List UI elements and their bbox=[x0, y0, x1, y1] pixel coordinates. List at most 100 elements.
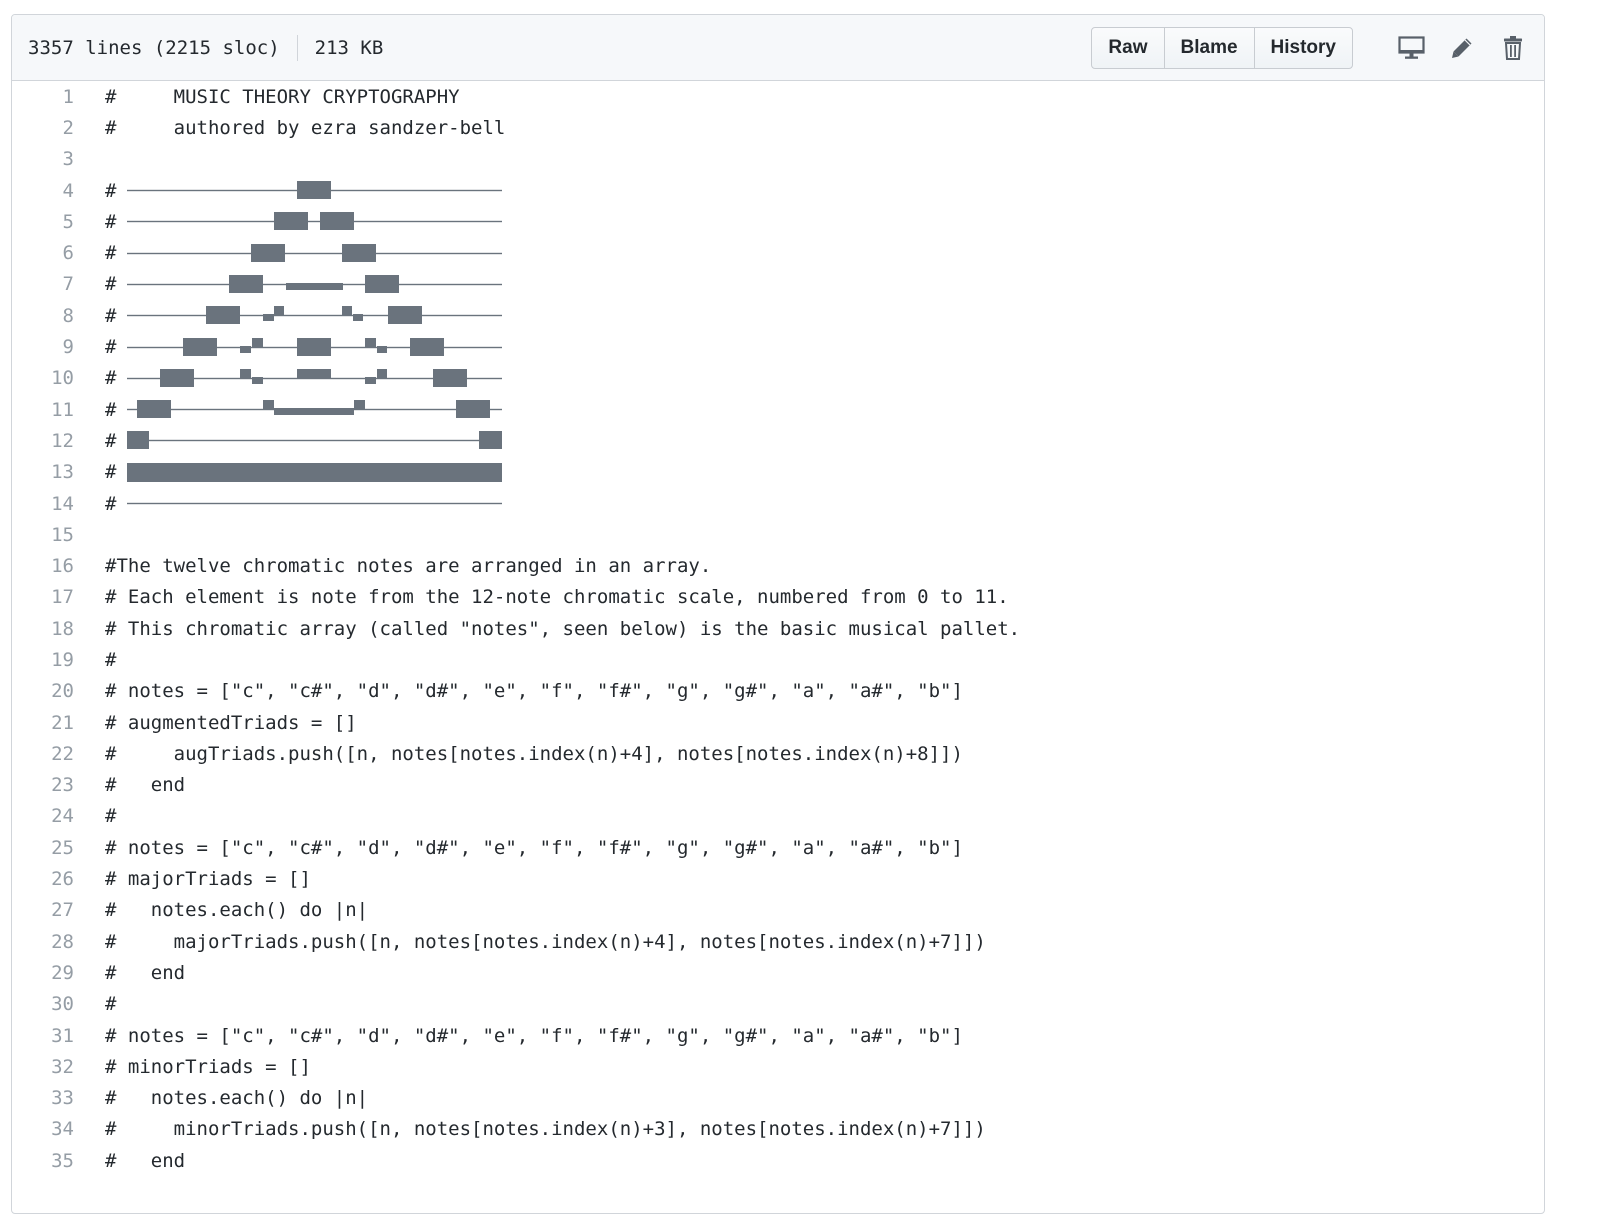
line-content: # This chromatic array (called "notes", … bbox=[74, 618, 1020, 640]
art-block bbox=[183, 337, 218, 356]
line-content: # bbox=[74, 394, 503, 425]
code-line: 2 # authored by ezra sandzer-bell bbox=[12, 112, 1544, 143]
line-number[interactable]: 21 bbox=[12, 712, 74, 734]
code-view: 1 # MUSIC THEORY CRYPTOGRAPHY 2 # authored … bbox=[12, 81, 1544, 1176]
line-content: # end bbox=[74, 962, 185, 984]
line-number[interactable]: 2 bbox=[12, 117, 74, 139]
line-number[interactable]: 5 bbox=[12, 211, 74, 233]
line-number[interactable]: 22 bbox=[12, 743, 74, 765]
code-line: 26 # majorTriads = [] bbox=[12, 863, 1544, 894]
line-number[interactable]: 27 bbox=[12, 899, 74, 921]
line-number[interactable]: 1 bbox=[12, 86, 74, 108]
line-content: # bbox=[74, 206, 503, 237]
code-line: 4 # bbox=[12, 175, 1544, 206]
code-line: 19 # bbox=[12, 644, 1544, 675]
line-text: # notes.each() do |n| bbox=[105, 899, 369, 922]
code-line: 5 # bbox=[12, 206, 1544, 237]
code-line: 31 # notes = ["c", "c#", "d", "d#", "e", … bbox=[12, 1020, 1544, 1051]
line-number[interactable]: 26 bbox=[12, 868, 74, 890]
art-block bbox=[456, 400, 491, 419]
line-number[interactable]: 13 bbox=[12, 461, 74, 483]
ascii-art-row bbox=[127, 400, 503, 419]
line-number[interactable]: 11 bbox=[12, 399, 74, 421]
file-size: 213 KB bbox=[314, 36, 384, 59]
line-number[interactable]: 12 bbox=[12, 430, 74, 452]
line-number[interactable]: 6 bbox=[12, 242, 74, 264]
line-number[interactable]: 14 bbox=[12, 493, 74, 515]
art-block bbox=[353, 314, 364, 322]
line-content: # bbox=[74, 457, 503, 488]
line-number[interactable]: 33 bbox=[12, 1087, 74, 1109]
line-content: # notes.each() do |n| bbox=[74, 899, 368, 921]
ascii-art-row bbox=[127, 306, 503, 325]
code-line: 8 # bbox=[12, 300, 1544, 331]
ascii-art-row bbox=[127, 243, 503, 262]
art-block bbox=[433, 368, 468, 387]
line-number[interactable]: 35 bbox=[12, 1150, 74, 1172]
code-line: 7 # bbox=[12, 269, 1544, 300]
code-line: 14 # bbox=[12, 488, 1544, 519]
line-count: 3357 lines (2215 sloc) bbox=[28, 36, 280, 59]
line-content: # bbox=[74, 363, 503, 394]
line-number[interactable]: 32 bbox=[12, 1056, 74, 1078]
line-content: # minorTriads = [] bbox=[74, 1056, 311, 1078]
line-number[interactable]: 20 bbox=[12, 680, 74, 702]
desktop-icon[interactable] bbox=[1396, 33, 1426, 63]
pencil-icon[interactable] bbox=[1447, 33, 1477, 63]
line-content: # MUSIC THEORY CRYPTOGRAPHY bbox=[74, 86, 460, 108]
line-number[interactable]: 19 bbox=[12, 649, 74, 671]
line-number[interactable]: 28 bbox=[12, 931, 74, 953]
line-number[interactable]: 16 bbox=[12, 555, 74, 577]
history-button[interactable]: History bbox=[1253, 26, 1353, 69]
art-block bbox=[297, 368, 332, 378]
raw-button[interactable]: Raw bbox=[1091, 26, 1165, 69]
art-block bbox=[342, 243, 377, 262]
line-number[interactable]: 17 bbox=[12, 586, 74, 608]
line-text: # bbox=[105, 805, 117, 828]
code-line: 12 # bbox=[12, 425, 1544, 456]
line-content: #The twelve chromatic notes are arranged… bbox=[74, 555, 711, 577]
line-number[interactable]: 15 bbox=[12, 524, 74, 546]
line-number[interactable]: 10 bbox=[12, 367, 74, 389]
art-block bbox=[251, 243, 286, 262]
line-content: # bbox=[74, 238, 503, 269]
code-line: 30 # bbox=[12, 989, 1544, 1020]
art-block bbox=[240, 345, 252, 353]
line-text: # end bbox=[105, 774, 186, 797]
line-number[interactable]: 3 bbox=[12, 148, 74, 170]
code-line: 35 # end bbox=[12, 1145, 1544, 1176]
art-block bbox=[274, 212, 309, 231]
line-number[interactable]: 7 bbox=[12, 273, 74, 295]
line-number[interactable]: 4 bbox=[12, 180, 74, 202]
line-number[interactable]: 8 bbox=[12, 305, 74, 327]
line-number[interactable]: 25 bbox=[12, 837, 74, 859]
art-block bbox=[297, 337, 332, 356]
art-block bbox=[365, 376, 377, 384]
blame-button[interactable]: Blame bbox=[1163, 26, 1255, 69]
line-number[interactable]: 23 bbox=[12, 774, 74, 796]
line-number[interactable]: 31 bbox=[12, 1025, 74, 1047]
trash-icon[interactable] bbox=[1498, 33, 1528, 63]
line-number[interactable]: 9 bbox=[12, 336, 74, 358]
line-number[interactable]: 18 bbox=[12, 618, 74, 640]
ascii-art-row bbox=[127, 337, 503, 356]
line-content: # bbox=[74, 488, 503, 519]
code-line: 27 # notes.each() do |n| bbox=[12, 895, 1544, 926]
line-content: # majorTriads.push([n, notes[notes.index… bbox=[74, 931, 986, 953]
line-text: # This chromatic array (called "notes", … bbox=[105, 617, 1021, 640]
art-block bbox=[354, 400, 366, 411]
line-content: # bbox=[74, 269, 503, 300]
line-number[interactable]: 29 bbox=[12, 962, 74, 984]
line-number[interactable]: 30 bbox=[12, 993, 74, 1015]
code-line: 15 bbox=[12, 519, 1544, 550]
art-block bbox=[229, 274, 264, 293]
code-line: 25 # notes = ["c", "c#", "d", "d#", "e", … bbox=[12, 832, 1544, 863]
line-number[interactable]: 34 bbox=[12, 1118, 74, 1140]
line-number[interactable]: 24 bbox=[12, 805, 74, 827]
line-text: # end bbox=[105, 961, 186, 984]
line-text: # bbox=[105, 210, 117, 233]
line-content: # majorTriads = [] bbox=[74, 868, 311, 890]
line-text: # bbox=[105, 993, 117, 1016]
line-text: # bbox=[105, 179, 117, 202]
line-content: # bbox=[74, 425, 503, 456]
